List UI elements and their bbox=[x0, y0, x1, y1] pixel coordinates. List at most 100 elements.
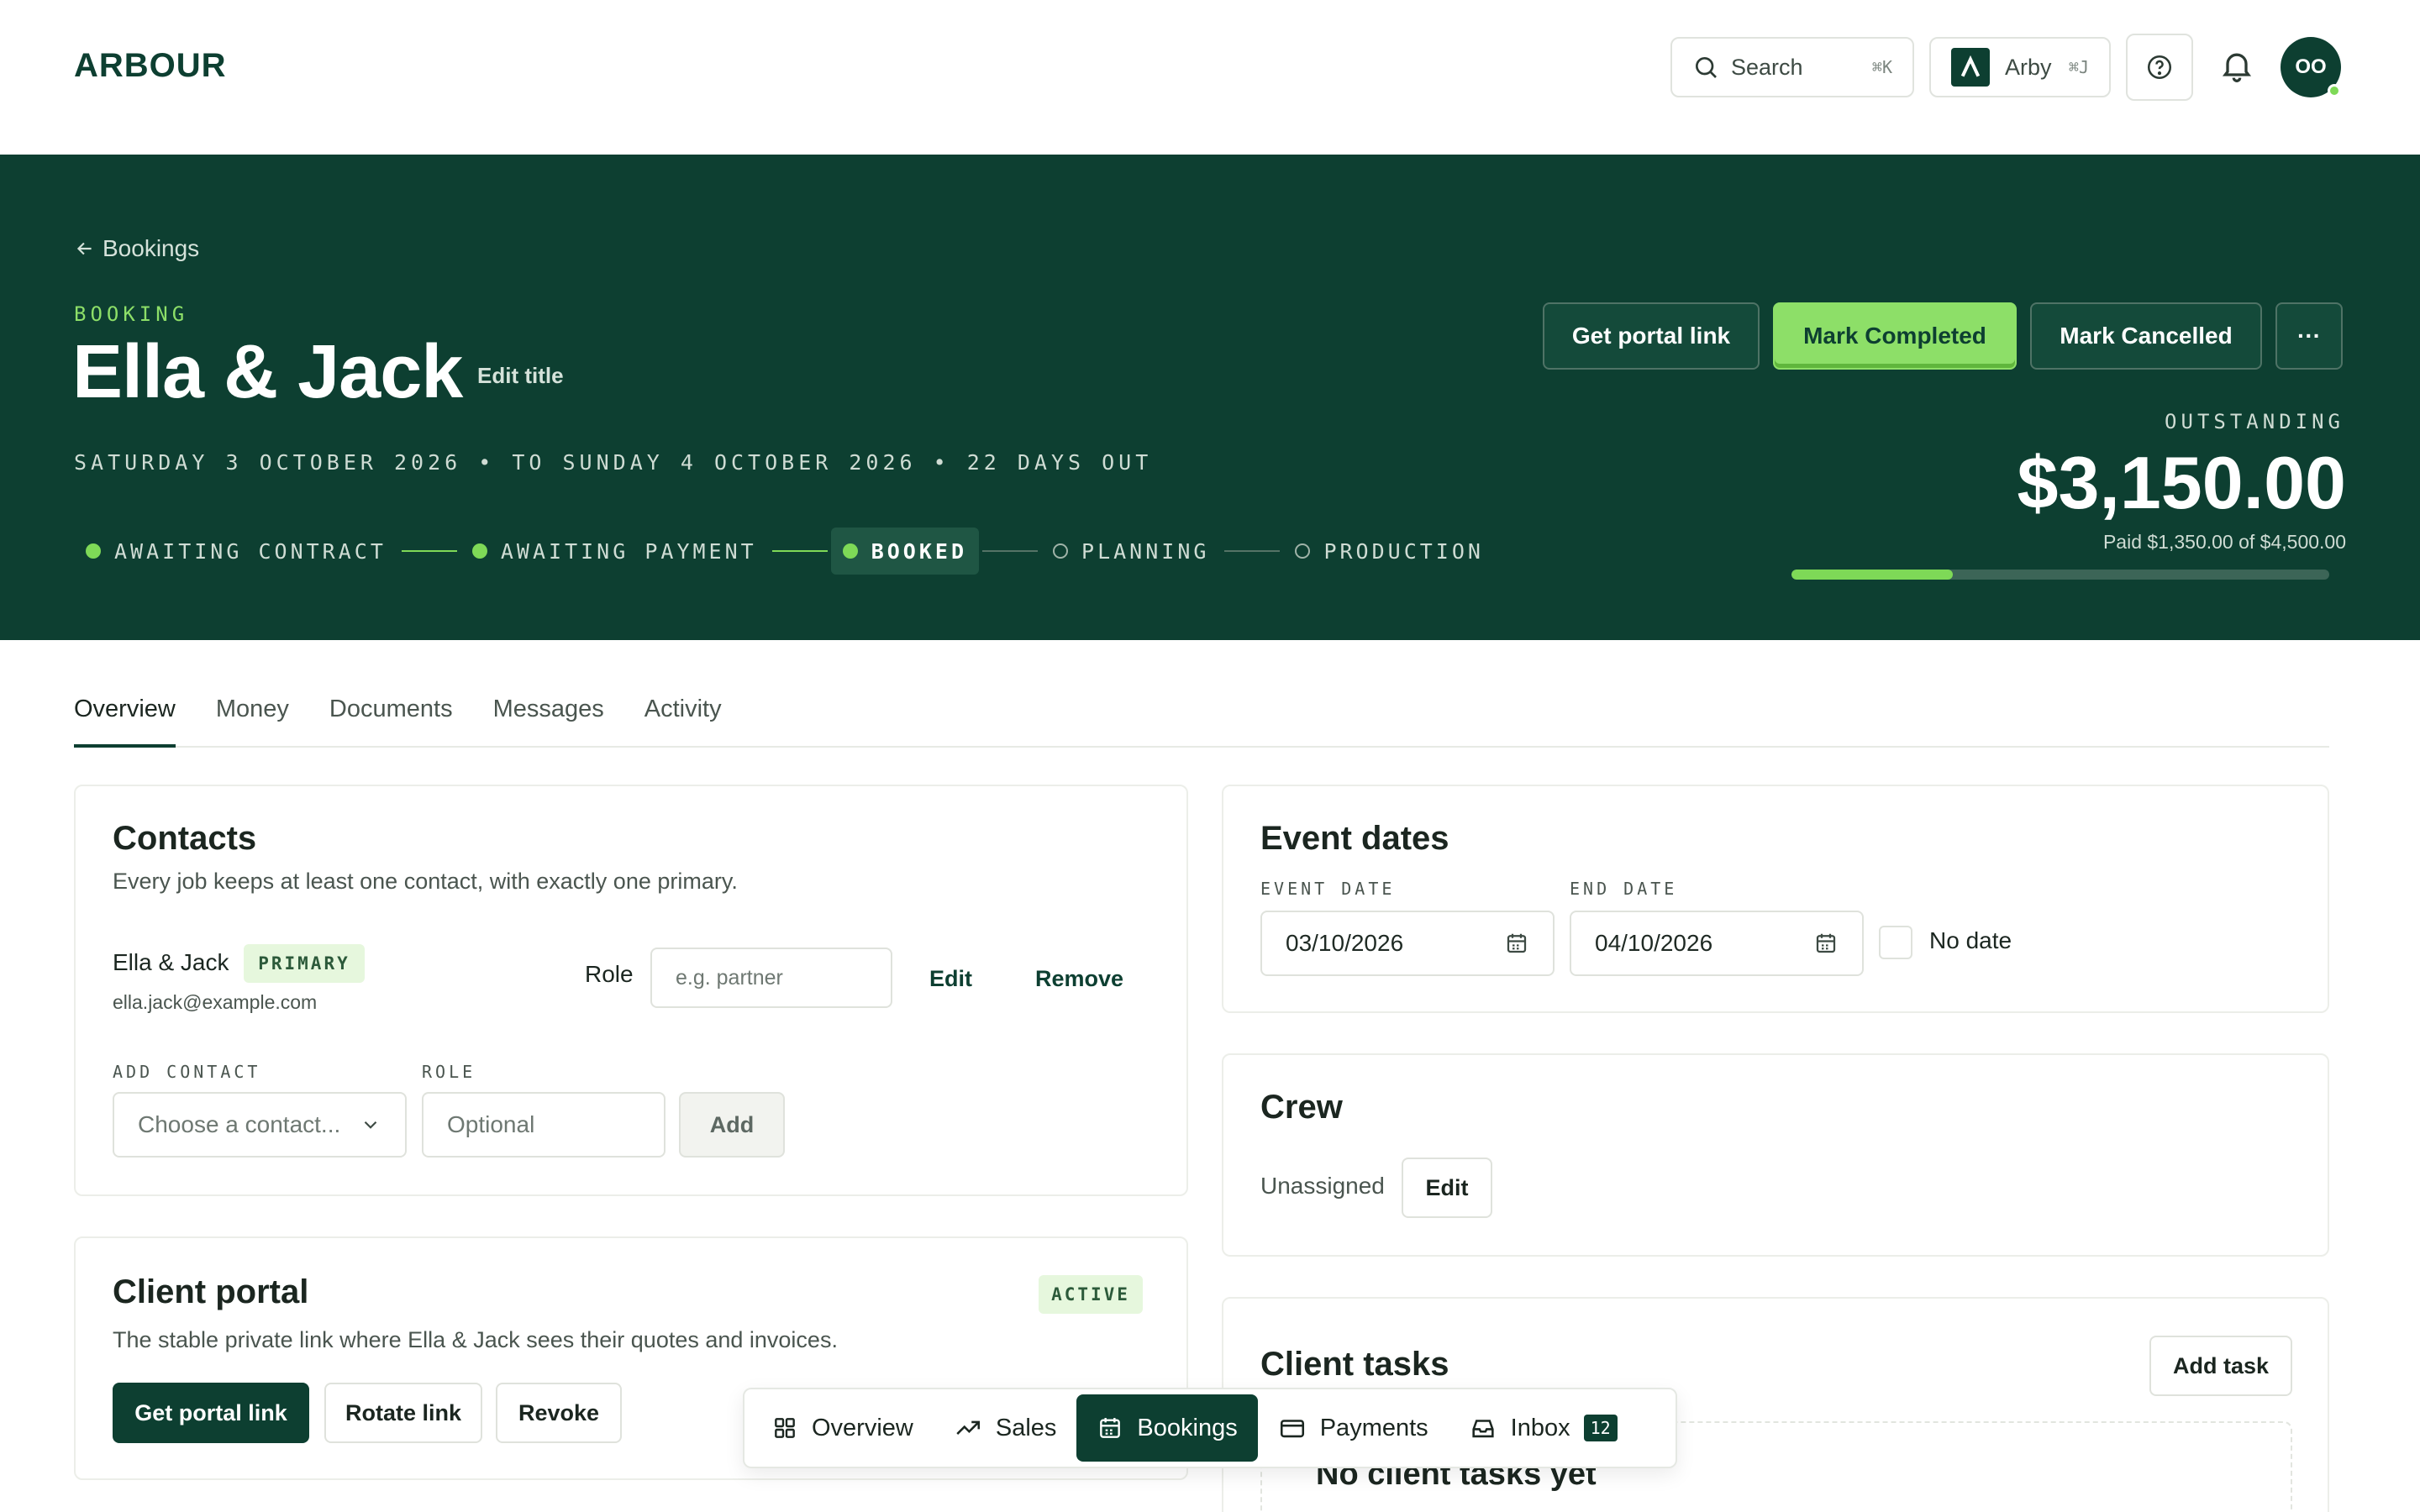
event-dates-card: Event dates EVENT DATE END DATE 03/10/20… bbox=[1222, 785, 2329, 1013]
no-date-label: No date bbox=[1929, 927, 2012, 953]
pipeline-step-production[interactable]: PRODUCTION bbox=[1283, 528, 1496, 575]
pipeline-connector bbox=[1224, 550, 1281, 552]
assistant-label: Arby bbox=[2005, 54, 2052, 80]
edit-crew-button[interactable]: Edit bbox=[1402, 1158, 1492, 1218]
client-portal-title: Client portal bbox=[113, 1273, 309, 1310]
inbox-icon bbox=[1472, 1420, 1494, 1438]
pipeline-connector bbox=[982, 550, 1039, 552]
add-role-label: ROLE bbox=[422, 1062, 476, 1082]
revoke-link-button[interactable]: Revoke bbox=[496, 1383, 622, 1443]
add-task-button[interactable]: Add task bbox=[2149, 1336, 2292, 1396]
step-label: BOOKED bbox=[871, 538, 968, 564]
rotate-link-button[interactable]: Rotate link bbox=[324, 1383, 482, 1443]
end-date-label: END DATE bbox=[1570, 879, 1678, 899]
edit-contact-button[interactable]: Edit bbox=[929, 966, 972, 992]
assistant-button[interactable]: Arby ⌘J bbox=[1929, 37, 2111, 97]
step-dot bbox=[1053, 543, 1069, 559]
booking-date-range: SATURDAY 3 OCTOBER 2026 • TO SUNDAY 4 OC… bbox=[74, 450, 1153, 475]
tab-overview[interactable]: Overview bbox=[74, 689, 176, 748]
more-options-button[interactable]: ··· bbox=[2275, 302, 2343, 370]
trending-up-icon bbox=[956, 1420, 980, 1435]
pipeline-connector bbox=[401, 550, 457, 552]
contacts-card: Contacts Every job keeps at least one co… bbox=[74, 785, 1188, 1196]
event-date-label: EVENT DATE bbox=[1260, 879, 1396, 899]
contact-email: ella.jack@example.com bbox=[113, 991, 318, 1013]
event-date-input[interactable]: 03/10/2026 bbox=[1260, 911, 1555, 976]
pipeline-step-booked[interactable]: BOOKED bbox=[830, 528, 980, 575]
tab-documents[interactable]: Documents bbox=[329, 689, 453, 748]
step-label: AWAITING CONTRACT bbox=[114, 538, 387, 564]
booking-tabs: Overview Money Documents Messages Activi… bbox=[74, 689, 2329, 748]
grid-icon bbox=[775, 1418, 795, 1438]
choose-contact-select[interactable]: Choose a contact... bbox=[113, 1092, 407, 1158]
contact-role-input[interactable]: e.g. partner bbox=[650, 948, 892, 1008]
search-label: Search bbox=[1731, 54, 1803, 80]
end-date-input[interactable]: 04/10/2026 bbox=[1570, 911, 1864, 976]
tab-messages[interactable]: Messages bbox=[493, 689, 604, 748]
step-dot bbox=[86, 543, 101, 559]
step-label: AWAITING PAYMENT bbox=[500, 538, 757, 564]
step-dot bbox=[471, 543, 487, 559]
role-label: Role bbox=[585, 961, 634, 987]
step-dot bbox=[842, 543, 858, 559]
end-date-value: 04/10/2026 bbox=[1595, 930, 1713, 956]
new-contact-role-input[interactable]: Optional bbox=[422, 1092, 666, 1158]
client-portal-subtitle: The stable private link where Ella & Jac… bbox=[113, 1327, 838, 1352]
search-button[interactable]: Search ⌘K bbox=[1670, 37, 1914, 97]
contact-name: Ella & Jack bbox=[113, 949, 229, 975]
bottom-navigation: Overview Sales Bookings Payments Inbox 1… bbox=[743, 1388, 1677, 1468]
crew-title: Crew bbox=[1260, 1089, 1343, 1126]
tab-money[interactable]: Money bbox=[216, 689, 289, 748]
pipeline-connector bbox=[771, 550, 828, 552]
pipeline-step-planning[interactable]: PLANNING bbox=[1041, 528, 1221, 575]
nav-payments-label: Payments bbox=[1319, 1414, 1428, 1441]
back-to-bookings-link[interactable]: Bookings bbox=[74, 235, 199, 262]
pipeline-step-awaiting-payment[interactable]: AWAITING PAYMENT bbox=[460, 528, 769, 575]
no-date-checkbox[interactable] bbox=[1879, 926, 1912, 959]
step-dot bbox=[1295, 543, 1311, 559]
calendar-icon bbox=[1816, 933, 1836, 953]
nav-sales-label: Sales bbox=[995, 1414, 1057, 1441]
nav-bookings-label: Bookings bbox=[1137, 1414, 1238, 1441]
nav-inbox[interactable]: Inbox 12 bbox=[1449, 1394, 1638, 1462]
arby-logo-icon bbox=[1951, 48, 1990, 87]
nav-bookings[interactable]: Bookings bbox=[1076, 1394, 1258, 1462]
nav-payments[interactable]: Payments bbox=[1258, 1394, 1449, 1462]
contacts-title: Contacts bbox=[113, 820, 257, 857]
nav-sales[interactable]: Sales bbox=[934, 1394, 1077, 1462]
edit-title-button[interactable]: Edit title bbox=[477, 363, 564, 389]
remove-contact-button[interactable]: Remove bbox=[1035, 966, 1123, 992]
booking-header: Bookings BOOKING Ella & Jack Edit title … bbox=[0, 155, 2420, 640]
page-eyebrow: BOOKING bbox=[74, 302, 189, 326]
credit-card-icon bbox=[1280, 1420, 1304, 1438]
app-logo[interactable]: ARBOUR bbox=[74, 47, 227, 85]
online-status-dot bbox=[2328, 84, 2341, 97]
search-icon bbox=[1696, 57, 1717, 78]
bell-icon[interactable] bbox=[2218, 47, 2255, 84]
search-shortcut: ⌘K bbox=[1871, 57, 1892, 77]
contacts-subtitle: Every job keeps at least one contact, wi… bbox=[113, 869, 738, 894]
step-label: PLANNING bbox=[1081, 538, 1210, 564]
outstanding-label: OUTSTANDING bbox=[2165, 410, 2344, 433]
choose-contact-placeholder: Choose a contact... bbox=[138, 1111, 341, 1137]
calendar-icon bbox=[1100, 1418, 1121, 1438]
help-button[interactable] bbox=[2126, 34, 2193, 101]
pipeline-step-awaiting-contract[interactable]: AWAITING CONTRACT bbox=[74, 528, 398, 575]
portal-get-link-button[interactable]: Get portal link bbox=[113, 1383, 309, 1443]
help-icon bbox=[2147, 55, 2172, 80]
event-date-value: 03/10/2026 bbox=[1286, 930, 1404, 956]
page-title: Ella & Jack bbox=[72, 330, 463, 414]
tab-activity[interactable]: Activity bbox=[644, 689, 722, 748]
mark-cancelled-button[interactable]: Mark Cancelled bbox=[2030, 302, 2262, 370]
portal-status-badge: ACTIVE bbox=[1039, 1275, 1143, 1314]
add-contact-button[interactable]: Add bbox=[679, 1092, 785, 1158]
crew-card: Crew Unassigned Edit bbox=[1222, 1053, 2329, 1257]
payment-progress-bar bbox=[1791, 570, 2329, 580]
nav-inbox-label: Inbox bbox=[1510, 1414, 1570, 1441]
payment-progress-fill bbox=[1791, 570, 1953, 580]
inbox-count-badge: 12 bbox=[1583, 1415, 1618, 1441]
nav-overview[interactable]: Overview bbox=[751, 1394, 934, 1462]
get-portal-link-button[interactable]: Get portal link bbox=[1543, 302, 1760, 370]
mark-completed-button[interactable]: Mark Completed bbox=[1773, 302, 2017, 370]
nav-overview-label: Overview bbox=[812, 1414, 913, 1441]
